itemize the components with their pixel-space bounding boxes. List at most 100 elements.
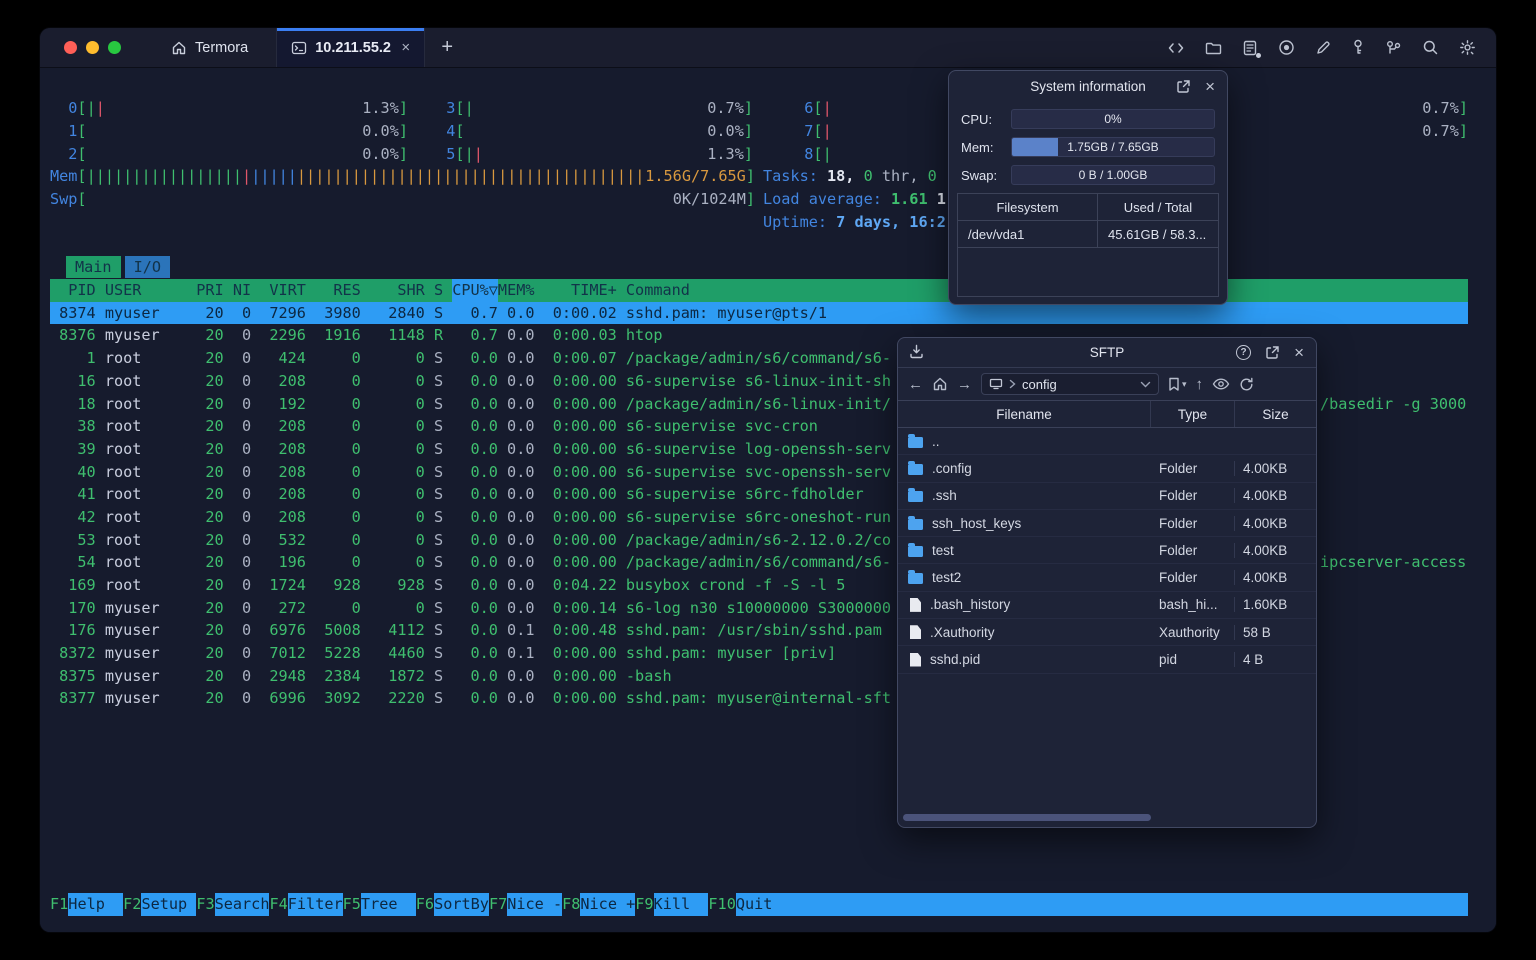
- file-row[interactable]: ssh_host_keys Folder 4.00KB: [898, 510, 1316, 538]
- file-type-icon: [910, 652, 921, 667]
- sort-column-cpu[interactable]: CPU%▽: [452, 279, 498, 302]
- parent-dir-button[interactable]: ↑: [1196, 376, 1204, 393]
- edit-icon[interactable]: [1315, 40, 1331, 56]
- file-table-header[interactable]: Filename Type Size: [898, 400, 1316, 428]
- notification-dot: [1256, 52, 1261, 58]
- refresh-icon[interactable]: [1239, 377, 1254, 392]
- home-icon: [172, 41, 186, 54]
- new-tab-button[interactable]: +: [425, 28, 469, 67]
- fn-key[interactable]: F3 Search: [196, 893, 269, 916]
- fn-key[interactable]: F4 Filter: [269, 893, 343, 916]
- file-type-icon: [908, 433, 923, 448]
- file-table: Filename Type Size .. .config Folder 4.0…: [898, 400, 1316, 674]
- sftp-titlebar: SFTP ? ×: [898, 338, 1316, 368]
- process-row[interactable]: 8374 myuser 20 0 7296 3980 2840 S 0.7 0.…: [50, 301, 1468, 325]
- htop-tab-main[interactable]: Main: [66, 256, 121, 278]
- file-row[interactable]: .ssh Folder 4.00KB: [898, 483, 1316, 510]
- zoom-window-button[interactable]: [108, 41, 121, 54]
- fn-key-bar: F1 Help F2 Setup F3 Search F4 Filter F5 Tree F6 Sor…: [50, 893, 1468, 916]
- titlebar-actions: [1167, 28, 1496, 67]
- cpu-label: CPU:: [961, 111, 993, 127]
- current-folder: config: [1022, 376, 1057, 392]
- file-row[interactable]: .bash_history bash_hi... 1.60KB: [898, 592, 1316, 620]
- file-list: .. .config Folder 4.00KB .ssh Folder 4.0…: [898, 428, 1316, 674]
- mem-label: Mem:: [961, 139, 994, 155]
- show-hidden-eye-icon[interactable]: [1212, 378, 1230, 390]
- folder-icon[interactable]: [1205, 40, 1222, 56]
- terminal-icon: [292, 41, 307, 54]
- open-external-icon[interactable]: [1265, 345, 1280, 360]
- file-type-icon: [910, 597, 921, 612]
- cpu-progressbar: 0%: [1011, 109, 1215, 129]
- fn-key[interactable]: F9 Kill: [635, 893, 709, 916]
- file-row[interactable]: test2 Folder 4.00KB: [898, 564, 1316, 592]
- file-type-icon: [908, 542, 923, 557]
- record-icon[interactable]: [1278, 39, 1295, 56]
- file-row[interactable]: ..: [898, 428, 1316, 456]
- close-window-button[interactable]: [64, 41, 77, 54]
- filesystem-table: Filesystem Used / Total /dev/vda1 45.61G…: [957, 193, 1219, 297]
- tasks-summary: Tasks: 18, 0 thr, 0: [763, 167, 937, 186]
- code-icon[interactable]: [1167, 40, 1185, 56]
- swap-progressbar: 0 B / 1.00GB: [1011, 165, 1215, 185]
- fn-key[interactable]: F10 Quit: [708, 893, 791, 916]
- tab-session[interactable]: 10.211.55.2 ×: [277, 28, 426, 67]
- fn-key[interactable]: F7 Nice -: [489, 893, 562, 916]
- uptime: Uptime: 7 days, 16:2: [763, 213, 946, 231]
- traffic-lights: [40, 28, 143, 67]
- fn-key[interactable]: F1 Help: [50, 893, 124, 916]
- minimize-window-button[interactable]: [86, 41, 99, 54]
- system-info-panel: System information × CPU: 0% Mem: 1.75GB…: [948, 70, 1228, 305]
- chevron-down-icon[interactable]: [1140, 381, 1151, 388]
- bookmark-icon: [1169, 377, 1179, 391]
- settings-gear-icon[interactable]: [1459, 39, 1476, 56]
- file-row[interactable]: sshd.pid pid 4 B: [898, 646, 1316, 674]
- load-average: Load average: 1.61 1: [763, 190, 946, 209]
- forward-button[interactable]: →: [957, 376, 972, 393]
- horizontal-scrollbar[interactable]: [903, 814, 1151, 821]
- file-type-icon: [910, 625, 921, 640]
- cpu-meter-line-3: 2[0.0%] 5[|| 1.3%] 8[|: [68, 144, 832, 163]
- transfers-download-icon[interactable]: [898, 344, 924, 362]
- fn-key[interactable]: F8 Nice +: [562, 893, 635, 916]
- sftp-panel: SFTP ? × ← → config ▾ ↑ Filename Type Si…: [897, 337, 1317, 828]
- open-external-icon[interactable]: [1176, 79, 1191, 94]
- fn-key[interactable]: F2 Setup: [123, 893, 197, 916]
- htop-tab-io[interactable]: I/O: [124, 256, 171, 278]
- mem-progressbar: 1.75GB / 7.65GB: [1011, 137, 1215, 157]
- uptime-line: Uptime: 7 days, 16:2: [50, 211, 1468, 234]
- keychain-icon[interactable]: [1385, 39, 1402, 56]
- home-button[interactable]: [932, 376, 948, 392]
- file-row[interactable]: .Xauthority Xauthority 58 B: [898, 619, 1316, 647]
- help-icon[interactable]: ?: [1236, 345, 1252, 360]
- app-window: Termora 10.211.55.2 × + 0[|| 1.3%] 3[| 0.7…: [40, 28, 1496, 932]
- file-row[interactable]: test Folder 4.00KB: [898, 537, 1316, 565]
- close-icon[interactable]: ×: [1294, 344, 1304, 361]
- log-icon[interactable]: [1242, 40, 1261, 58]
- cpu-meter-line-1: 0[|| 1.3%] 3[| 0.7%] 6[| 0.7%]: [68, 99, 1468, 117]
- cpu-usage-row: CPU: 0%: [961, 109, 1215, 129]
- tab-home[interactable]: Termora: [143, 28, 278, 67]
- file-type-icon: [908, 460, 923, 475]
- bookmark-button[interactable]: ▾: [1168, 377, 1187, 392]
- file-type-icon: [908, 515, 923, 530]
- titlebar: Termora 10.211.55.2 × +: [40, 28, 1496, 68]
- computer-icon: [989, 378, 1003, 390]
- fn-key[interactable]: F6 SortBy: [416, 893, 489, 916]
- session-tab-label: 10.211.55.2: [315, 39, 391, 56]
- sftp-toolbar: ← → config ▾ ↑: [898, 368, 1316, 400]
- system-info-titlebar: System information ×: [949, 71, 1227, 101]
- path-breadcrumb[interactable]: config: [981, 373, 1159, 395]
- swap-meter-line: Swp[0K/1024M] Load average: 1.61 1: [50, 188, 1468, 211]
- process-table-header[interactable]: PID USER PRI NI VIRT RES SHR S CPU%▽ MEM…: [50, 279, 1468, 302]
- key-icon[interactable]: [1351, 39, 1365, 56]
- filesystem-row[interactable]: /dev/vda1 45.61GB / 58.3...: [958, 221, 1218, 248]
- search-icon[interactable]: [1422, 39, 1439, 56]
- back-button[interactable]: ←: [908, 376, 923, 393]
- file-type-icon: [908, 488, 923, 503]
- file-row[interactable]: .config Folder 4.00KB: [898, 455, 1316, 483]
- close-tab-icon[interactable]: ×: [401, 39, 410, 56]
- bookmark-caret-icon: ▾: [1182, 378, 1187, 389]
- fn-key[interactable]: F5 Tree: [343, 893, 416, 916]
- close-icon[interactable]: ×: [1205, 78, 1215, 95]
